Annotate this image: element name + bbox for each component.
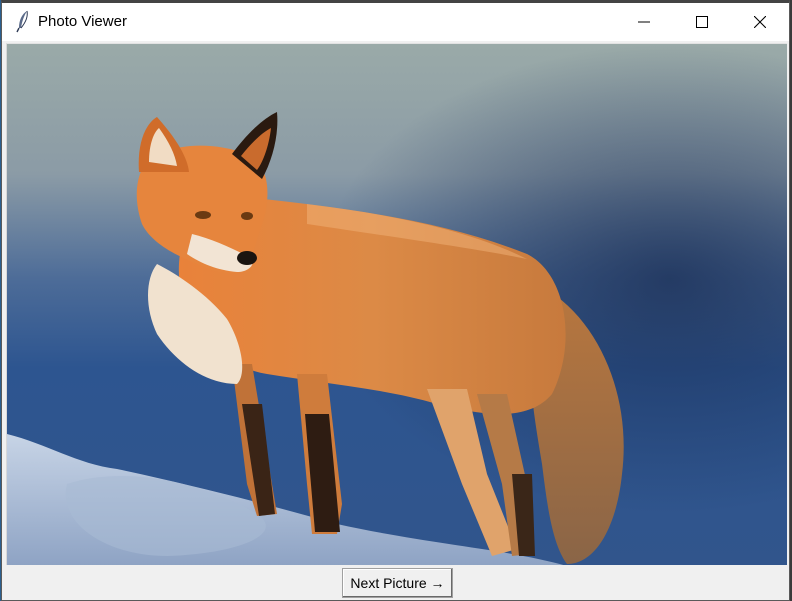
fox-photo (7, 44, 787, 566)
minimize-button[interactable] (615, 3, 673, 41)
maximize-button[interactable] (673, 3, 731, 41)
close-button[interactable] (731, 3, 789, 41)
button-bar: Next Picture → (2, 565, 789, 600)
photo-viewer-window: Photo Viewer Next Picture → (1, 0, 790, 601)
maximize-icon (696, 16, 708, 28)
feather-icon (16, 10, 28, 33)
title-bar[interactable]: Photo Viewer (2, 3, 789, 41)
close-icon (754, 16, 766, 28)
minimize-icon (638, 21, 650, 23)
next-picture-button[interactable]: Next Picture → (342, 568, 453, 598)
photo-display (6, 43, 787, 566)
window-title: Photo Viewer (38, 13, 127, 30)
